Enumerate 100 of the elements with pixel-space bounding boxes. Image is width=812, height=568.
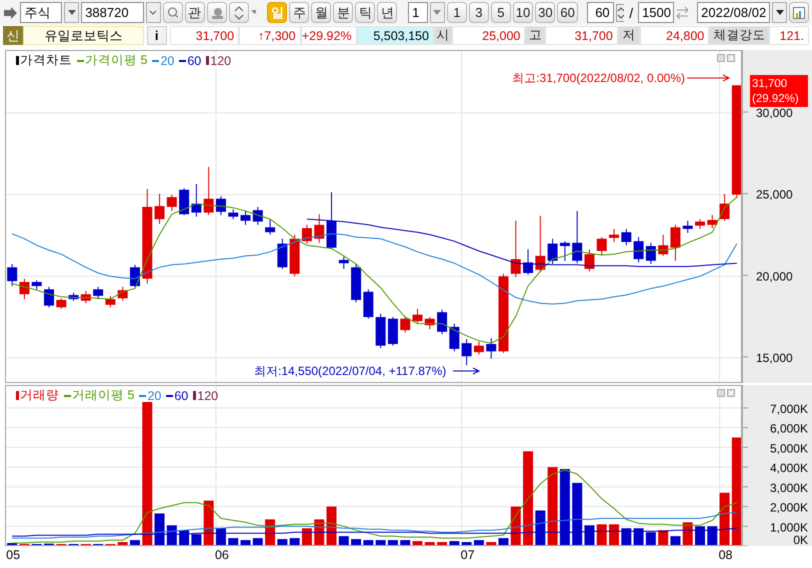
interval-button[interactable]: 5 — [490, 2, 511, 23]
period-tab[interactable]: 년 — [377, 2, 398, 23]
candlestick — [572, 210, 582, 264]
caret-button[interactable] — [772, 2, 787, 23]
candlestick — [56, 298, 66, 310]
candlestick — [720, 193, 730, 222]
search-icon — [166, 6, 179, 19]
quote-value: 24,800 — [640, 26, 710, 45]
interval-button[interactable]: 3 — [468, 2, 489, 23]
arrow-icon[interactable] — [3, 6, 18, 20]
info-button[interactable]: i — [146, 26, 167, 45]
candlestick — [166, 194, 177, 212]
candlestick — [449, 323, 460, 352]
quote-value: ↑7,300 — [239, 26, 301, 45]
candlestick — [462, 338, 472, 366]
axis-label: 30,000 — [756, 106, 793, 120]
axis-label: 7,000K — [770, 402, 808, 416]
candlestick — [68, 292, 79, 302]
leader-arrow — [452, 368, 480, 374]
watch-button[interactable]: 관 — [184, 2, 205, 23]
candlestick — [240, 210, 251, 226]
axis-label: 15,000 — [756, 350, 793, 365]
axis-label: 05 — [6, 548, 20, 562]
axis-label: 6,000K — [770, 422, 808, 436]
candlestick — [560, 240, 570, 262]
caret-icon — [776, 10, 784, 15]
quote-value: 121. — [769, 26, 809, 45]
caret-icon — [68, 10, 76, 15]
legend-label: 120 — [210, 54, 232, 68]
interval-select[interactable]: 1 — [408, 2, 428, 23]
quote-value: 31,700 — [545, 26, 618, 45]
axis-label: 2,000K — [770, 500, 808, 515]
interval-button[interactable]: 1 — [446, 2, 467, 23]
candlestick — [486, 338, 496, 360]
period-tab[interactable]: 분 — [333, 2, 354, 23]
candlestick — [19, 278, 30, 300]
interval-button[interactable]: 10 — [512, 2, 534, 23]
price-badge-text: 31,700 — [752, 78, 788, 90]
quote-label: 고 — [525, 26, 546, 45]
quote-label: 저 — [618, 26, 640, 45]
candlestick — [314, 214, 324, 244]
quote-value: 25,000 — [452, 26, 526, 45]
candlestick — [474, 341, 484, 356]
candlestick — [388, 316, 398, 346]
candlestick — [265, 219, 276, 236]
date-field[interactable]: 2022/08/02 — [697, 2, 770, 23]
candlestick — [179, 188, 190, 216]
total-field[interactable]: 1500 — [638, 2, 674, 23]
legend-label: 60 — [174, 388, 188, 402]
axis-label: 07 — [460, 548, 475, 562]
candlestick — [646, 242, 656, 265]
period-tab[interactable]: 주 — [289, 2, 310, 23]
axis-label: 4,000K — [770, 461, 808, 476]
candlestick — [609, 228, 620, 242]
period-tab[interactable]: 틱 — [355, 2, 376, 23]
caret-icon[interactable] — [250, 10, 256, 15]
candlestick — [510, 220, 521, 278]
candlestick — [44, 286, 54, 308]
close-icon[interactable] — [727, 389, 735, 397]
quote-value: 31,700 — [170, 26, 240, 45]
candlestick — [658, 234, 668, 256]
spin-button[interactable] — [228, 2, 249, 23]
candlestick — [707, 214, 718, 229]
legend-label: 120 — [197, 388, 218, 402]
candlestick — [596, 236, 607, 256]
candlestick — [302, 224, 312, 244]
close-icon[interactable] — [727, 54, 735, 62]
interval-button[interactable]: 30 — [535, 2, 556, 23]
candlestick — [682, 220, 693, 234]
candlestick — [695, 218, 705, 230]
axis-label: 25,000 — [756, 188, 793, 202]
price-badge — [750, 75, 808, 107]
candlestick — [437, 309, 448, 335]
price-badge-text: (29.92%) — [752, 93, 799, 105]
period-tab[interactable]: 월 — [311, 2, 332, 23]
market-select[interactable]: 주식 — [20, 2, 62, 23]
candlestick — [191, 184, 202, 218]
caret-icon — [433, 10, 442, 15]
candlestick — [216, 196, 226, 216]
spin-icon[interactable] — [616, 4, 624, 22]
swap-icon[interactable] — [676, 4, 688, 20]
chevron-icon — [149, 10, 158, 15]
axis-label: 1,000K — [770, 520, 808, 534]
legend-label: 가격차트 — [20, 52, 72, 69]
caret-button[interactable] — [64, 2, 80, 23]
chevron-button[interactable] — [146, 2, 161, 23]
legend-label: 20 — [160, 54, 174, 68]
candlestick — [228, 208, 238, 220]
candlestick — [621, 228, 632, 246]
quote-label: 체결강도 — [709, 26, 770, 45]
axis-label: 0K — [793, 533, 808, 546]
chart-button[interactable] — [788, 2, 809, 23]
candlestick — [634, 236, 644, 263]
search-button[interactable] — [162, 2, 183, 23]
count-field[interactable]: 60 — [586, 2, 614, 23]
legend-label: 가격이평 5 — [85, 52, 148, 69]
interval-button[interactable]: 60 — [557, 2, 578, 23]
axis-label: 06 — [214, 548, 229, 562]
code-field[interactable]: 388720 — [81, 2, 144, 23]
candlestick — [154, 193, 165, 225]
